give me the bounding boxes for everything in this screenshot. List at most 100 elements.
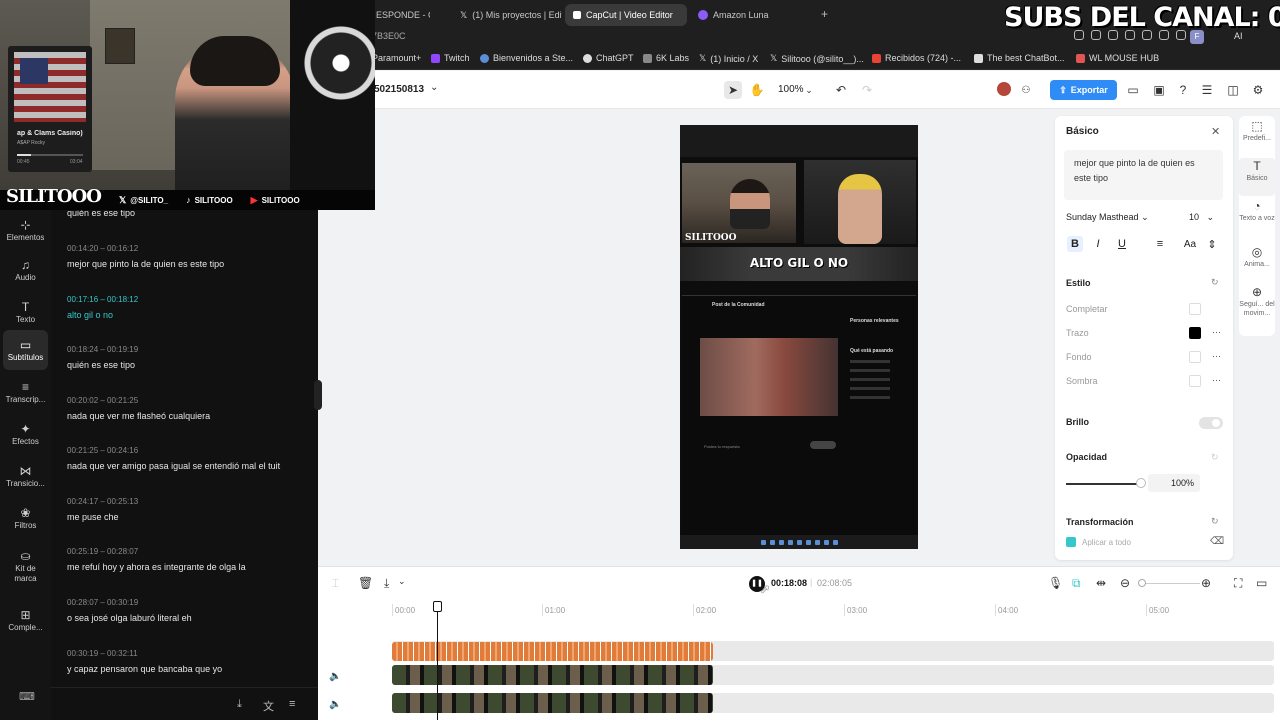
translate-icon[interactable]: 文	[263, 698, 274, 714]
subtitle-text[interactable]: o sea josé olga laburó literal eh	[67, 613, 312, 623]
subtitle-text[interactable]: me refuí hoy y ahora es integrante de ol…	[67, 562, 312, 572]
screen-icon[interactable]: ▭	[1124, 81, 1142, 99]
delete-icon[interactable]: 🗑	[358, 576, 373, 590]
case-icon[interactable]: Aa	[1182, 236, 1198, 252]
video-clip[interactable]	[392, 693, 713, 713]
playhead[interactable]	[437, 602, 438, 720]
rail-tts[interactable]: ◔ Texto a voz	[1239, 200, 1275, 223]
help-icon[interactable]: ?	[1174, 81, 1192, 99]
opacity-slider-handle[interactable]	[1136, 478, 1146, 488]
video-preview[interactable]: SILITOOO ALTO GIL O NO Post de la Comuni…	[680, 125, 918, 549]
redo-icon[interactable]: ↷	[858, 81, 876, 99]
stroke-swatch[interactable]	[1189, 327, 1201, 339]
subtitle-text[interactable]: quién es ese tipo	[67, 360, 312, 370]
rail-basic[interactable]: T Básico	[1239, 158, 1275, 196]
eraser-icon[interactable]: ⌫	[1210, 536, 1224, 547]
record-icon[interactable]: ▣	[1150, 81, 1168, 99]
subtitle-entry[interactable]: 00:14:20 – 00:16:12 mejor que pinto la de…	[67, 244, 312, 269]
fullscreen-icon[interactable]: ⛶	[1234, 576, 1242, 591]
text-settings-icon[interactable]: ≡	[289, 698, 295, 710]
comment-icon[interactable]: ▭	[1256, 576, 1267, 590]
preview-caption[interactable]: ALTO GIL O NO	[680, 256, 918, 270]
subtitle-text[interactable]: y capaz pensaron que bancaba que yo	[67, 664, 312, 674]
new-tab-icon[interactable]: +	[821, 8, 828, 20]
align-icon[interactable]: ≡	[1152, 236, 1168, 252]
browser-tab[interactable]: Amazon Luna	[690, 4, 770, 26]
chevron-down-icon[interactable]: ⌄	[800, 81, 818, 99]
rail-presets[interactable]: ⬚ Predefi...	[1239, 120, 1275, 143]
share-user-icon[interactable]: ⚇	[1017, 81, 1035, 99]
reset-icon[interactable]: ↻	[1211, 452, 1219, 463]
sidebar-item-plugins[interactable]: ⊞ Comple...	[3, 600, 48, 640]
subtitle-entry[interactable]: 00:21:25 – 00:24:16 nada que ver amigo pa…	[67, 446, 312, 471]
reset-icon[interactable]: ↻	[1211, 516, 1219, 527]
sidebar-item-audio[interactable]: ♫ Audio	[3, 250, 48, 290]
italic-icon[interactable]: I	[1090, 236, 1106, 252]
sidebar-item-brand-kit[interactable]: ⛀ Kit de marca	[3, 538, 48, 594]
sidebar-item-subtitles[interactable]: ▭ Subtítulos	[3, 330, 48, 370]
split-view-icon[interactable]: ⇹	[1096, 576, 1106, 590]
bookmark[interactable]: Paramount+	[372, 53, 421, 63]
text-content-field[interactable]: mejor que pinto la de quien es este tipo	[1064, 150, 1223, 200]
background-swatch[interactable]	[1189, 351, 1201, 363]
settings-gear-icon[interactable]: ⚙	[1249, 81, 1267, 99]
subtitle-text[interactable]: quién es ese tipo	[67, 210, 135, 218]
font-size-dropdown[interactable]: 10 ⌄	[1189, 212, 1214, 223]
subtitle-text[interactable]: mejor que pinto la de quien es este tipo	[67, 259, 312, 269]
bookmark[interactable]: Recibidos (724) -...	[872, 53, 961, 63]
keyboard-icon[interactable]: ⌨	[19, 690, 35, 703]
zoom-in-icon[interactable]: ⊕	[1201, 576, 1211, 590]
spacing-icon[interactable]: ⇕	[1204, 236, 1220, 252]
panel-collapse-handle[interactable]	[314, 380, 322, 410]
reset-icon[interactable]: ↻	[1211, 277, 1219, 288]
undo-icon[interactable]: ↶	[832, 81, 850, 99]
rail-motion-tracking[interactable]: ⊕ Seguí... del movim...	[1239, 286, 1275, 318]
select-tool-icon[interactable]: ➤	[724, 81, 742, 99]
subtitle-entry[interactable]: 00:30:19 – 00:32:11 y capaz pensaron que …	[67, 649, 312, 674]
download-icon[interactable]: ⤓	[384, 576, 389, 591]
hand-tool-icon[interactable]: ✋	[748, 81, 766, 99]
bookmark[interactable]: ChatGPT	[583, 53, 634, 63]
speaker-icon[interactable]: 🔈	[329, 671, 341, 682]
browser-tab[interactable]: 𝕏 (1) Mis proyectos | Edito	[452, 4, 562, 26]
sidebar-item-filters[interactable]: ❀ Filtros	[3, 498, 48, 538]
subtitle-entry[interactable]: 00:18:24 – 00:19:19 quién es ese tipo	[67, 345, 312, 370]
subtitle-entry[interactable]: 00:24:17 – 00:25:13 me puse che	[67, 497, 312, 522]
speaker-icon[interactable]: 🔈	[329, 699, 341, 710]
timeline-zoom-slider[interactable]	[1140, 583, 1200, 584]
timeline-zoom-handle[interactable]	[1138, 579, 1146, 587]
sidebar-item-transcript[interactable]: ≡ Transcrip...	[3, 372, 48, 412]
sidebar-item-effects[interactable]: ✦ Efectos	[3, 414, 48, 454]
bookmark[interactable]: 𝕏 (1) Inicio / X	[699, 53, 758, 64]
opacity-value[interactable]: 100%	[1148, 474, 1200, 492]
apply-all-checkbox[interactable]: Aplicar a todo	[1066, 537, 1131, 547]
subtitle-entry[interactable]: 00:28:07 – 00:30:19 o sea josé olga labur…	[67, 598, 312, 623]
bookmark[interactable]: The best ChatBot...	[974, 53, 1065, 63]
sidebar-item-transitions[interactable]: ⋈ Transicio...	[3, 456, 48, 496]
layout-icon[interactable]: ◫	[1224, 81, 1242, 99]
shadow-swatch[interactable]	[1189, 375, 1201, 387]
subtitle-clips[interactable]	[392, 642, 713, 661]
avatar[interactable]	[997, 82, 1011, 96]
more-options-icon[interactable]: ⋯	[1212, 375, 1221, 386]
bookmark[interactable]: WL MOUSE HUB	[1076, 53, 1159, 63]
playhead-handle[interactable]	[433, 601, 442, 612]
subtitle-entry[interactable]: 00:20:02 – 00:21:25 nada que ver me flash…	[67, 396, 312, 421]
sidebar-item-elements[interactable]: ⊹ Elementos	[3, 210, 48, 250]
browser-tab-active[interactable]: CapCut | Video Editor	[565, 4, 687, 26]
layers-icon[interactable]: ☰	[1198, 81, 1216, 99]
underline-icon[interactable]: U	[1114, 236, 1130, 252]
chevron-down-icon[interactable]: ⌄	[398, 576, 406, 587]
opacity-slider[interactable]	[1066, 483, 1140, 485]
subtitle-text[interactable]: nada que ver amigo pasa igual se entendi…	[67, 461, 312, 471]
split-icon[interactable]: ⌶	[332, 576, 339, 591]
close-icon[interactable]: ✕	[1211, 125, 1220, 138]
browser-tab[interactable]: ESPONDE - C	[368, 4, 430, 26]
fill-swatch[interactable]	[1189, 303, 1201, 315]
subtitle-text[interactable]: alto gil o no	[67, 310, 312, 320]
bookmark[interactable]: 𝕏 Silitooo (@silito__)...	[770, 53, 864, 64]
rail-animation[interactable]: ◎ Anima...	[1239, 246, 1275, 269]
subtitle-entry[interactable]: 00:25:19 – 00:28:07 me refuí hoy y ahora …	[67, 547, 312, 572]
more-options-icon[interactable]: ⋯	[1212, 351, 1221, 362]
export-button[interactable]: ⇪ Exportar	[1050, 80, 1117, 100]
